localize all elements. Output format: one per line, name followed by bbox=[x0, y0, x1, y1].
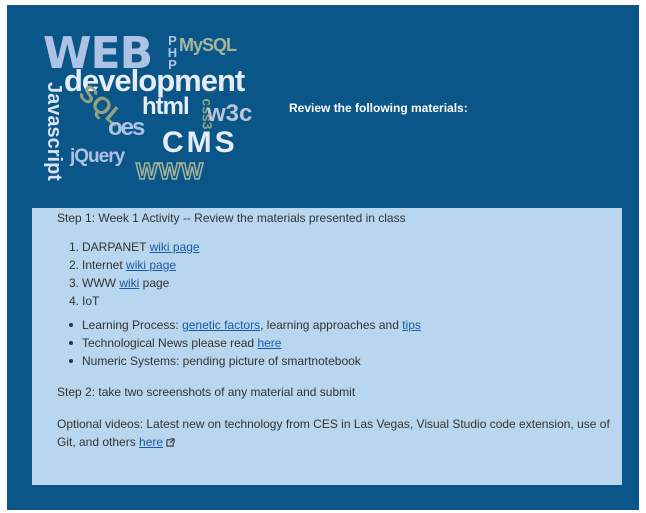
word-w3c: w3c bbox=[207, 100, 253, 127]
numbered-item-iot: 4. IoT bbox=[69, 294, 100, 308]
numbered-item-internet: 2. Internet wiki page bbox=[69, 258, 177, 272]
optional-videos-here-link[interactable]: here bbox=[139, 435, 163, 449]
word-cms: CMS bbox=[162, 126, 238, 159]
step1-text: Step 1: Week 1 Activity -- Review the ma… bbox=[57, 211, 406, 225]
numbered-item-www: 3. WWW wiki page bbox=[69, 276, 170, 290]
genetic-factors-link[interactable]: genetic factors bbox=[182, 318, 260, 332]
word-html: html bbox=[142, 93, 190, 120]
word-javascript: Javascript bbox=[43, 82, 65, 181]
word-mysql: MySQL bbox=[179, 35, 237, 55]
optional-videos-paragraph: Optional videos: Latest new on technolog… bbox=[57, 417, 610, 449]
www-wiki-link[interactable]: wiki bbox=[119, 276, 139, 290]
bullet-dot-icon bbox=[69, 323, 73, 327]
bullet-dot-icon bbox=[69, 359, 73, 363]
internet-wiki-link[interactable]: wiki page bbox=[126, 258, 176, 272]
numbered-item-darpanet: 1. DARPANET wiki page bbox=[69, 240, 200, 254]
word-oes: oes bbox=[108, 114, 145, 141]
step2-text: Step 2: take two screenshots of any mate… bbox=[57, 385, 356, 399]
word-www: WWW bbox=[135, 158, 205, 184]
darpanet-wiki-link[interactable]: wiki page bbox=[150, 240, 200, 254]
news-here-link[interactable]: here bbox=[257, 336, 281, 350]
materials-panel: Step 1: Week 1 Activity -- Review the ma… bbox=[32, 208, 622, 485]
external-link-icon bbox=[166, 438, 175, 447]
tips-link[interactable]: tips bbox=[402, 318, 421, 332]
web-development-word-cloud-banner: WEB PHP MySQL development Javascript SQL… bbox=[38, 27, 260, 192]
word-jquery: jQuery bbox=[70, 146, 125, 167]
bullet-dot-icon bbox=[69, 341, 73, 345]
review-heading: Review the following materials: bbox=[289, 101, 468, 115]
